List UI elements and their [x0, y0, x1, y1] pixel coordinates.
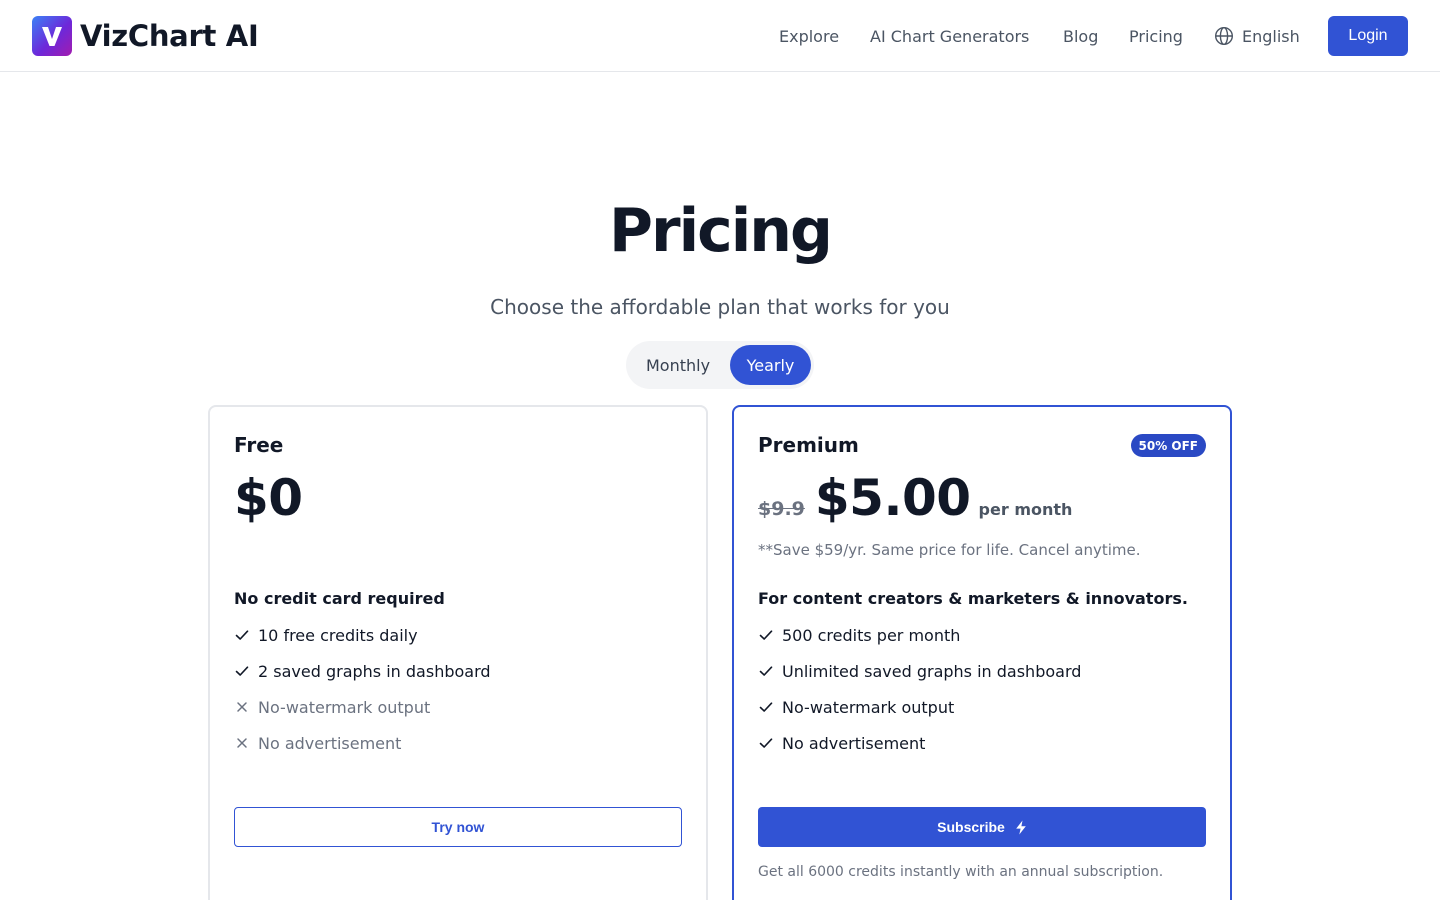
feature-text: No-watermark output	[782, 697, 955, 717]
check-icon	[758, 699, 774, 715]
price-period: per month	[978, 500, 1073, 519]
nav-link-ai-chart-generators[interactable]: AI Chart Generators	[870, 0, 1029, 72]
login-button[interactable]: Login	[1328, 16, 1408, 56]
feature-item: 2 saved graphs in dashboard	[234, 653, 491, 689]
toggle-option-yearly[interactable]: Yearly	[730, 345, 811, 385]
plan-name: Free	[234, 433, 284, 457]
language-label: English	[1242, 26, 1300, 46]
features-heading: No credit card required	[234, 589, 445, 608]
x-icon	[234, 735, 250, 751]
feature-text: No advertisement	[258, 733, 402, 753]
subscribe-label: Subscribe	[937, 819, 1005, 835]
subscribe-button[interactable]: Subscribe	[758, 807, 1206, 847]
plan-card-free: Free $0 No credit card required 10 free …	[208, 405, 708, 900]
check-icon	[758, 735, 774, 751]
features-heading: For content creators & marketers & innov…	[758, 589, 1188, 608]
feature-item: 500 credits per month	[758, 617, 1081, 653]
feature-item: Unlimited saved graphs in dashboard	[758, 653, 1081, 689]
check-icon	[234, 663, 250, 679]
toggle-option-monthly[interactable]: Monthly	[634, 345, 722, 385]
feature-list: 10 free credits daily 2 saved graphs in …	[234, 617, 491, 761]
v-logo-icon	[32, 16, 72, 56]
globe-icon	[1214, 26, 1234, 46]
top-navbar: VizChart AI Explore AI Chart Generators …	[0, 0, 1440, 72]
lightning-bolt-icon	[1015, 820, 1027, 835]
language-selector[interactable]: English	[1214, 0, 1300, 72]
feature-item: No advertisement	[234, 725, 491, 761]
feature-item: No-watermark output	[234, 689, 491, 725]
try-now-button[interactable]: Try now	[234, 807, 682, 847]
brand-logo[interactable]: VizChart AI	[32, 16, 259, 56]
feature-text: 500 credits per month	[782, 625, 961, 645]
savings-note: **Save $59/yr. Same price for life. Canc…	[758, 541, 1141, 559]
plan-price: $5.00	[814, 469, 971, 527]
price-row: $9.9 $5.00 per month	[758, 469, 1072, 527]
nav-link-explore[interactable]: Explore	[779, 0, 839, 72]
check-icon	[758, 627, 774, 643]
feature-text: Unlimited saved graphs in dashboard	[782, 661, 1082, 681]
x-icon	[234, 699, 250, 715]
feature-list: 500 credits per month Unlimited saved gr…	[758, 617, 1081, 761]
feature-item: No-watermark output	[758, 689, 1081, 725]
nav-link-blog[interactable]: Blog	[1063, 0, 1098, 72]
discount-badge: 50% OFF	[1130, 434, 1206, 457]
feature-text: No advertisement	[782, 733, 926, 753]
plan-price: $0	[234, 469, 303, 527]
annual-subscription-note: Get all 6000 credits instantly with an a…	[758, 864, 1164, 880]
plan-name: Premium	[758, 433, 859, 457]
feature-item: No advertisement	[758, 725, 1081, 761]
plan-card-premium: Premium 50% OFF $9.9 $5.00 per month **S…	[732, 405, 1232, 900]
feature-item: 10 free credits daily	[234, 617, 491, 653]
brand-name: VizChart AI	[80, 19, 259, 53]
page-subtitle: Choose the affordable plan that works fo…	[490, 295, 950, 319]
page-title: Pricing	[609, 196, 833, 266]
billing-period-toggle: Monthly Yearly	[626, 341, 814, 389]
check-icon	[234, 627, 250, 643]
nav-link-pricing[interactable]: Pricing	[1129, 0, 1183, 72]
feature-text: 2 saved graphs in dashboard	[258, 661, 491, 681]
check-icon	[758, 663, 774, 679]
feature-text: No-watermark output	[258, 697, 431, 717]
feature-text: 10 free credits daily	[258, 625, 418, 645]
original-price: $9.9	[758, 498, 805, 520]
